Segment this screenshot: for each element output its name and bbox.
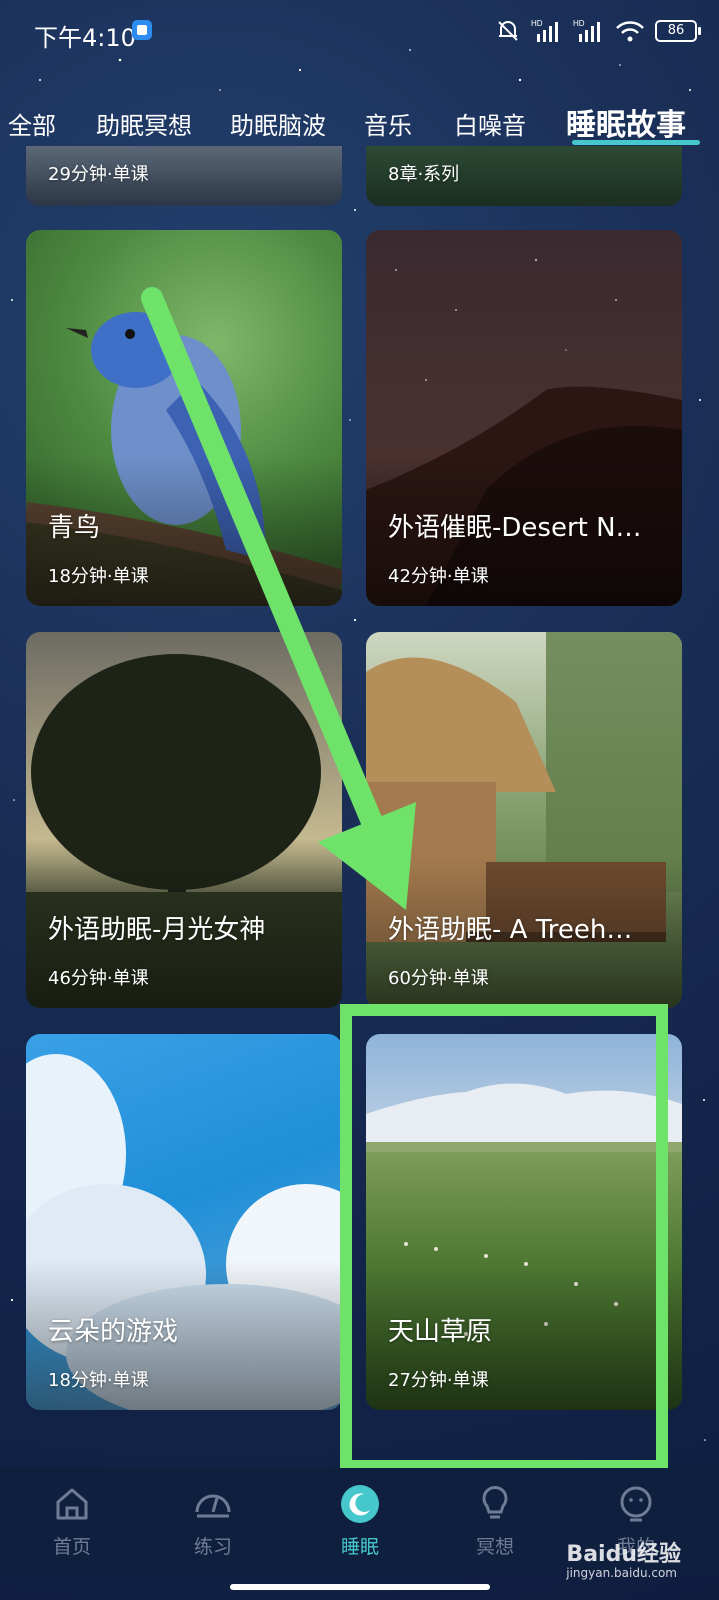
- home-indicator[interactable]: [230, 1584, 490, 1590]
- card-meta: 27分钟·单课: [388, 1370, 489, 1391]
- gauge-icon: [195, 1494, 231, 1518]
- nav-label: 睡眠: [340, 1536, 379, 1558]
- status-time: 下午4:10: [34, 24, 136, 52]
- active-tab-indicator: [572, 140, 700, 145]
- nav-item-sleep[interactable]: 睡眠: [310, 1484, 410, 1559]
- svg-text:HD: HD: [531, 19, 543, 28]
- tab-all[interactable]: 全部: [8, 106, 56, 141]
- nav-item-practice[interactable]: 练习: [163, 1484, 263, 1559]
- category-tabs: 全部 助眠冥想 助眠脑波 音乐 白噪音 睡眠故事: [0, 100, 719, 144]
- nav-item-home[interactable]: 首页: [22, 1484, 122, 1559]
- lightbulb-icon: [482, 1486, 508, 1519]
- story-card-treehouse[interactable]: 外语助眠- A Treeh… 60分钟·单课: [366, 632, 682, 1008]
- home-icon: [56, 1488, 88, 1520]
- card-meta: 46分钟·单课: [48, 968, 149, 989]
- card-title: 外语助眠- A Treeh…: [388, 915, 633, 945]
- tab-white-noise[interactable]: 白噪音: [454, 106, 526, 141]
- nav-label: 冥想: [475, 1536, 514, 1558]
- story-card-tianshan-grassland[interactable]: 天山草原 27分钟·单课: [366, 1034, 682, 1410]
- battery-icon: 86: [655, 20, 701, 42]
- app-notification-icon: [132, 20, 152, 40]
- card-meta: 60分钟·单课: [388, 968, 489, 989]
- hd-signal-icon: HD: [573, 19, 600, 42]
- card-meta: 18分钟·单课: [48, 566, 149, 587]
- nav-item-meditation[interactable]: 冥想: [445, 1484, 545, 1559]
- card-title: 外语助眠-月光女神: [48, 915, 266, 945]
- card-title: 天山草原: [388, 1317, 493, 1347]
- story-card-moon-goddess[interactable]: 外语助眠-月光女神 46分钟·单课: [26, 632, 342, 1008]
- story-card-blue-bird[interactable]: 青鸟 18分钟·单课: [26, 230, 342, 606]
- tab-sleep-stories[interactable]: 睡眠故事: [566, 100, 686, 144]
- story-card-desert-night[interactable]: 外语催眠-Desert N… 42分钟·单课: [366, 230, 682, 606]
- card-title: 云朵的游戏: [48, 1317, 179, 1347]
- card-meta: 29分钟·单课: [48, 164, 149, 185]
- card-meta: 8章·系列: [388, 164, 460, 185]
- wifi-icon: [616, 21, 644, 42]
- partial-card[interactable]: 8章·系列: [366, 146, 682, 206]
- hd-signal-icon: HD: [531, 19, 558, 42]
- svg-text:HD: HD: [573, 19, 585, 28]
- card-title: 外语催眠-Desert N…: [388, 513, 642, 543]
- card-title: 青鸟: [48, 513, 101, 543]
- tab-brainwave[interactable]: 助眠脑波: [230, 106, 326, 141]
- moon-icon: [341, 1485, 379, 1523]
- story-card-cloud-game[interactable]: 云朵的游戏 18分钟·单课: [26, 1034, 342, 1410]
- baidu-watermark: Baidu经验: [566, 1542, 681, 1567]
- nav-label: 练习: [193, 1536, 232, 1558]
- tab-music[interactable]: 音乐: [364, 106, 412, 141]
- nav-label: 首页: [52, 1536, 91, 1558]
- baidu-watermark-url: jingyan.baidu.com: [566, 1566, 677, 1580]
- partial-card[interactable]: 29分钟·单课: [26, 146, 342, 206]
- mute-bell-icon: [498, 21, 518, 41]
- card-meta: 18分钟·单课: [48, 1370, 149, 1391]
- profile-icon: [620, 1486, 652, 1522]
- status-icons: HD HD 86: [495, 18, 701, 44]
- card-meta: 42分钟·单课: [388, 566, 489, 587]
- tab-sleep-meditation[interactable]: 助眠冥想: [96, 106, 192, 141]
- status-bar: 下午4:10 HD HD 86: [0, 0, 719, 64]
